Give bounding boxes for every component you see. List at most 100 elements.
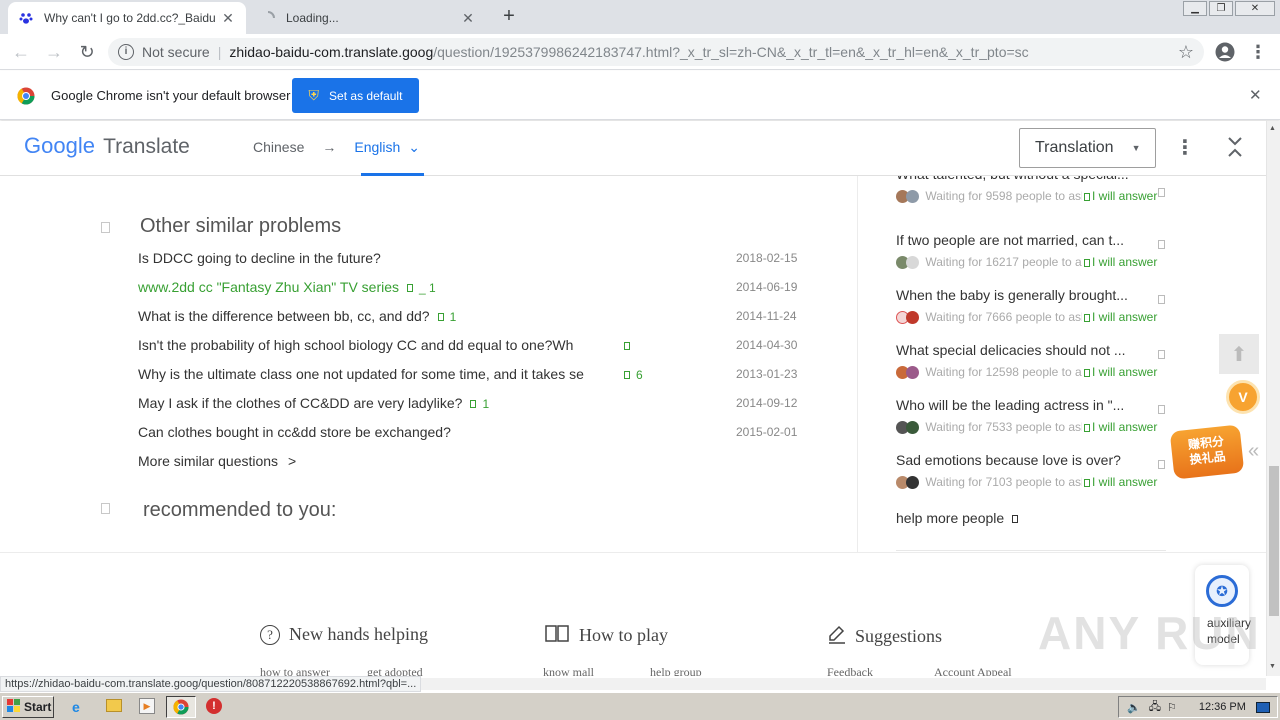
answer-count: _ 1 — [419, 281, 436, 295]
volume-icon[interactable]: 🔈 — [1127, 701, 1141, 714]
sidebar-question[interactable]: When the baby is generally brought... Wa… — [896, 287, 1171, 326]
new-tab-button[interactable]: + — [500, 5, 518, 28]
answer-icon — [1084, 478, 1090, 487]
i-will-answer-link[interactable]: I will answer — [1082, 255, 1158, 269]
waiting-people: people to ask — [1015, 310, 1088, 324]
footer-link[interactable]: know mall — [543, 665, 594, 676]
windows-taskbar: Start e ▶ ! 🔈 🖧 ⚐ 12:36 PM — [0, 692, 1280, 720]
similar-question-row[interactable]: Isn't the probability of high school bio… — [138, 337, 808, 357]
status-url-bubble: https://zhidao-baidu-com.translate.goog/… — [0, 676, 422, 692]
horizontal-scrollbar[interactable] — [420, 678, 1266, 690]
footer-link[interactable]: how to answer — [260, 665, 330, 676]
chrome-menu-icon[interactable]: ⋮ — [1247, 41, 1269, 63]
anyrun-watermark: ANY RUN — [1038, 607, 1261, 659]
info-icon[interactable]: i — [118, 44, 134, 60]
footer-link[interactable]: get adopted — [367, 665, 423, 676]
show-desktop-icon[interactable] — [1255, 701, 1270, 713]
tab-loading[interactable]: Loading... ✕ — [250, 2, 486, 34]
question-date: 2013-01-23 — [736, 367, 798, 381]
footer-link[interactable]: Feedback — [827, 665, 873, 676]
question-link[interactable]: Is DDCC going to decline in the future? — [138, 250, 381, 266]
footer-how-to-play[interactable]: How to play — [545, 624, 668, 647]
network-icon[interactable]: 🖧 — [1149, 698, 1161, 717]
address-bar[interactable]: i Not secure | zhidao-baidu-com.translat… — [108, 38, 1204, 66]
folder-icon[interactable] — [106, 699, 122, 712]
close-tab-icon[interactable]: ✕ — [460, 10, 476, 27]
more-options-icon[interactable]: ⋮ — [1175, 135, 1195, 160]
footer-suggestions[interactable]: Suggestions — [827, 624, 942, 649]
sidebar-question-meta: Waiting for 7666 people to ask I will an… — [896, 310, 1171, 326]
google-translate-logo: Google Translate — [24, 133, 190, 159]
i-will-answer-link[interactable]: I will answer — [1082, 365, 1158, 379]
question-link[interactable]: Can clothes bought in cc&dd store be exc… — [138, 424, 451, 440]
baidu-paw-icon — [18, 10, 34, 26]
source-language[interactable]: Chinese — [253, 139, 304, 156]
translation-mode-select[interactable]: Translation ▼ — [1019, 128, 1156, 168]
question-link[interactable]: Why is the ultimate class one not update… — [138, 366, 584, 382]
i-will-answer-link[interactable]: I will answer — [1082, 475, 1158, 489]
avatar — [896, 189, 922, 204]
i-will-answer-link[interactable]: I will answer — [1082, 189, 1158, 203]
similar-question-row[interactable]: Can clothes bought in cc&dd store be exc… — [138, 424, 808, 444]
scrollbar-thumb[interactable] — [1269, 466, 1279, 616]
target-language[interactable]: English ⌄ — [354, 139, 420, 156]
question-link[interactable]: www.2dd cc "Fantasy Zhu Xian" TV series _… — [138, 279, 436, 295]
reload-icon[interactable]: ↻ — [76, 41, 98, 63]
minimize-button[interactable]: ▁ — [1183, 1, 1207, 16]
ie-icon[interactable]: e — [72, 699, 80, 715]
i-will-answer-link[interactable]: I will answer — [1082, 420, 1158, 434]
sidebar-question[interactable]: Who will be the leading actress in "... … — [896, 397, 1171, 436]
sidebar-question[interactable]: Sad emotions because love is over? Waiti… — [896, 452, 1171, 491]
close-window-button[interactable]: ✕ — [1235, 1, 1275, 16]
close-tab-icon[interactable]: ✕ — [220, 10, 236, 27]
question-link[interactable]: Isn't the probability of high school bio… — [138, 337, 573, 353]
back-arrow-icon[interactable]: ← — [10, 41, 32, 63]
vertical-scrollbar[interactable]: ▲ ▼ — [1266, 121, 1280, 676]
help-more-people-link[interactable]: help more people — [896, 510, 1171, 526]
answer-count: 1 — [482, 397, 490, 411]
tab-active[interactable]: Why can't I go to 2dd.cc?_Baidu Kno ✕ — [8, 2, 246, 34]
close-infobar-icon[interactable]: ✕ — [1249, 86, 1262, 104]
i-will-answer-link[interactable]: I will answer — [1082, 310, 1158, 324]
scroll-down-icon[interactable]: ▼ — [1269, 663, 1276, 670]
restore-button[interactable]: ❐ — [1209, 1, 1233, 16]
chrome-taskbar-button[interactable] — [166, 696, 196, 718]
footer-link[interactable]: Account Appeal — [934, 665, 1012, 676]
similar-question-row[interactable]: What is the difference between bb, cc, a… — [138, 308, 808, 328]
scroll-up-icon[interactable]: ▲ — [1269, 125, 1276, 132]
antivirus-icon[interactable]: ! — [206, 698, 222, 714]
waiting-people: people to ask — [1015, 475, 1088, 489]
similar-question-row[interactable]: Why is the ultimate class one not update… — [138, 366, 808, 386]
start-button[interactable]: Start — [2, 696, 54, 718]
question-link[interactable]: May I ask if the clothes of CC&DD are ve… — [138, 395, 489, 411]
media-player-icon[interactable]: ▶ — [139, 698, 155, 714]
back-to-top-button[interactable]: ⬆ — [1219, 334, 1259, 374]
sidebar-question[interactable]: If two people are not married, can t... … — [896, 232, 1171, 271]
expand-icon — [1158, 295, 1165, 304]
forward-arrow-icon[interactable]: → — [43, 41, 65, 63]
set-as-default-button[interactable]: ⛨ Set as default — [292, 78, 419, 113]
loading-spinner-icon — [260, 10, 276, 26]
question-link[interactable]: What is the difference between bb, cc, a… — [138, 308, 456, 324]
more-similar-questions-link[interactable]: More similar questions > — [138, 453, 808, 473]
question-date: 2014-04-30 — [736, 338, 798, 352]
sidebar-question[interactable]: What special delicacies should not ... W… — [896, 342, 1171, 381]
flag-icon[interactable]: ⚐ — [1167, 701, 1177, 714]
question-date: 2014-06-19 — [736, 280, 798, 294]
answer-count-icon — [470, 400, 477, 409]
profile-icon[interactable] — [1214, 41, 1236, 63]
footer-new-hands[interactable]: ? New hands helping — [260, 624, 428, 645]
expand-icon — [1158, 350, 1165, 359]
reward-widget[interactable]: V 赚积分 换礼品 « — [1169, 380, 1266, 480]
similar-question-row[interactable]: Is DDCC going to decline in the future? … — [138, 250, 808, 270]
sidebar-question[interactable]: What talented, but without a special... … — [896, 176, 1171, 220]
footer-link[interactable]: help group — [650, 665, 702, 676]
sidebar-question-meta: Waiting for 12598 people to ask I will a… — [896, 365, 1171, 381]
chevron-left-icon[interactable]: « — [1248, 440, 1259, 463]
bookmark-star-icon[interactable]: ☆ — [1175, 41, 1197, 63]
google-translate-bar: Google Translate Chinese → English ⌄ Tra… — [0, 121, 1270, 176]
similar-question-row[interactable]: May I ask if the clothes of CC&DD are ve… — [138, 395, 808, 415]
footer-section-title: How to play — [579, 625, 668, 645]
similar-question-row[interactable]: www.2dd cc "Fantasy Zhu Xian" TV series _… — [138, 279, 808, 299]
collapse-icon[interactable] — [1226, 135, 1244, 162]
